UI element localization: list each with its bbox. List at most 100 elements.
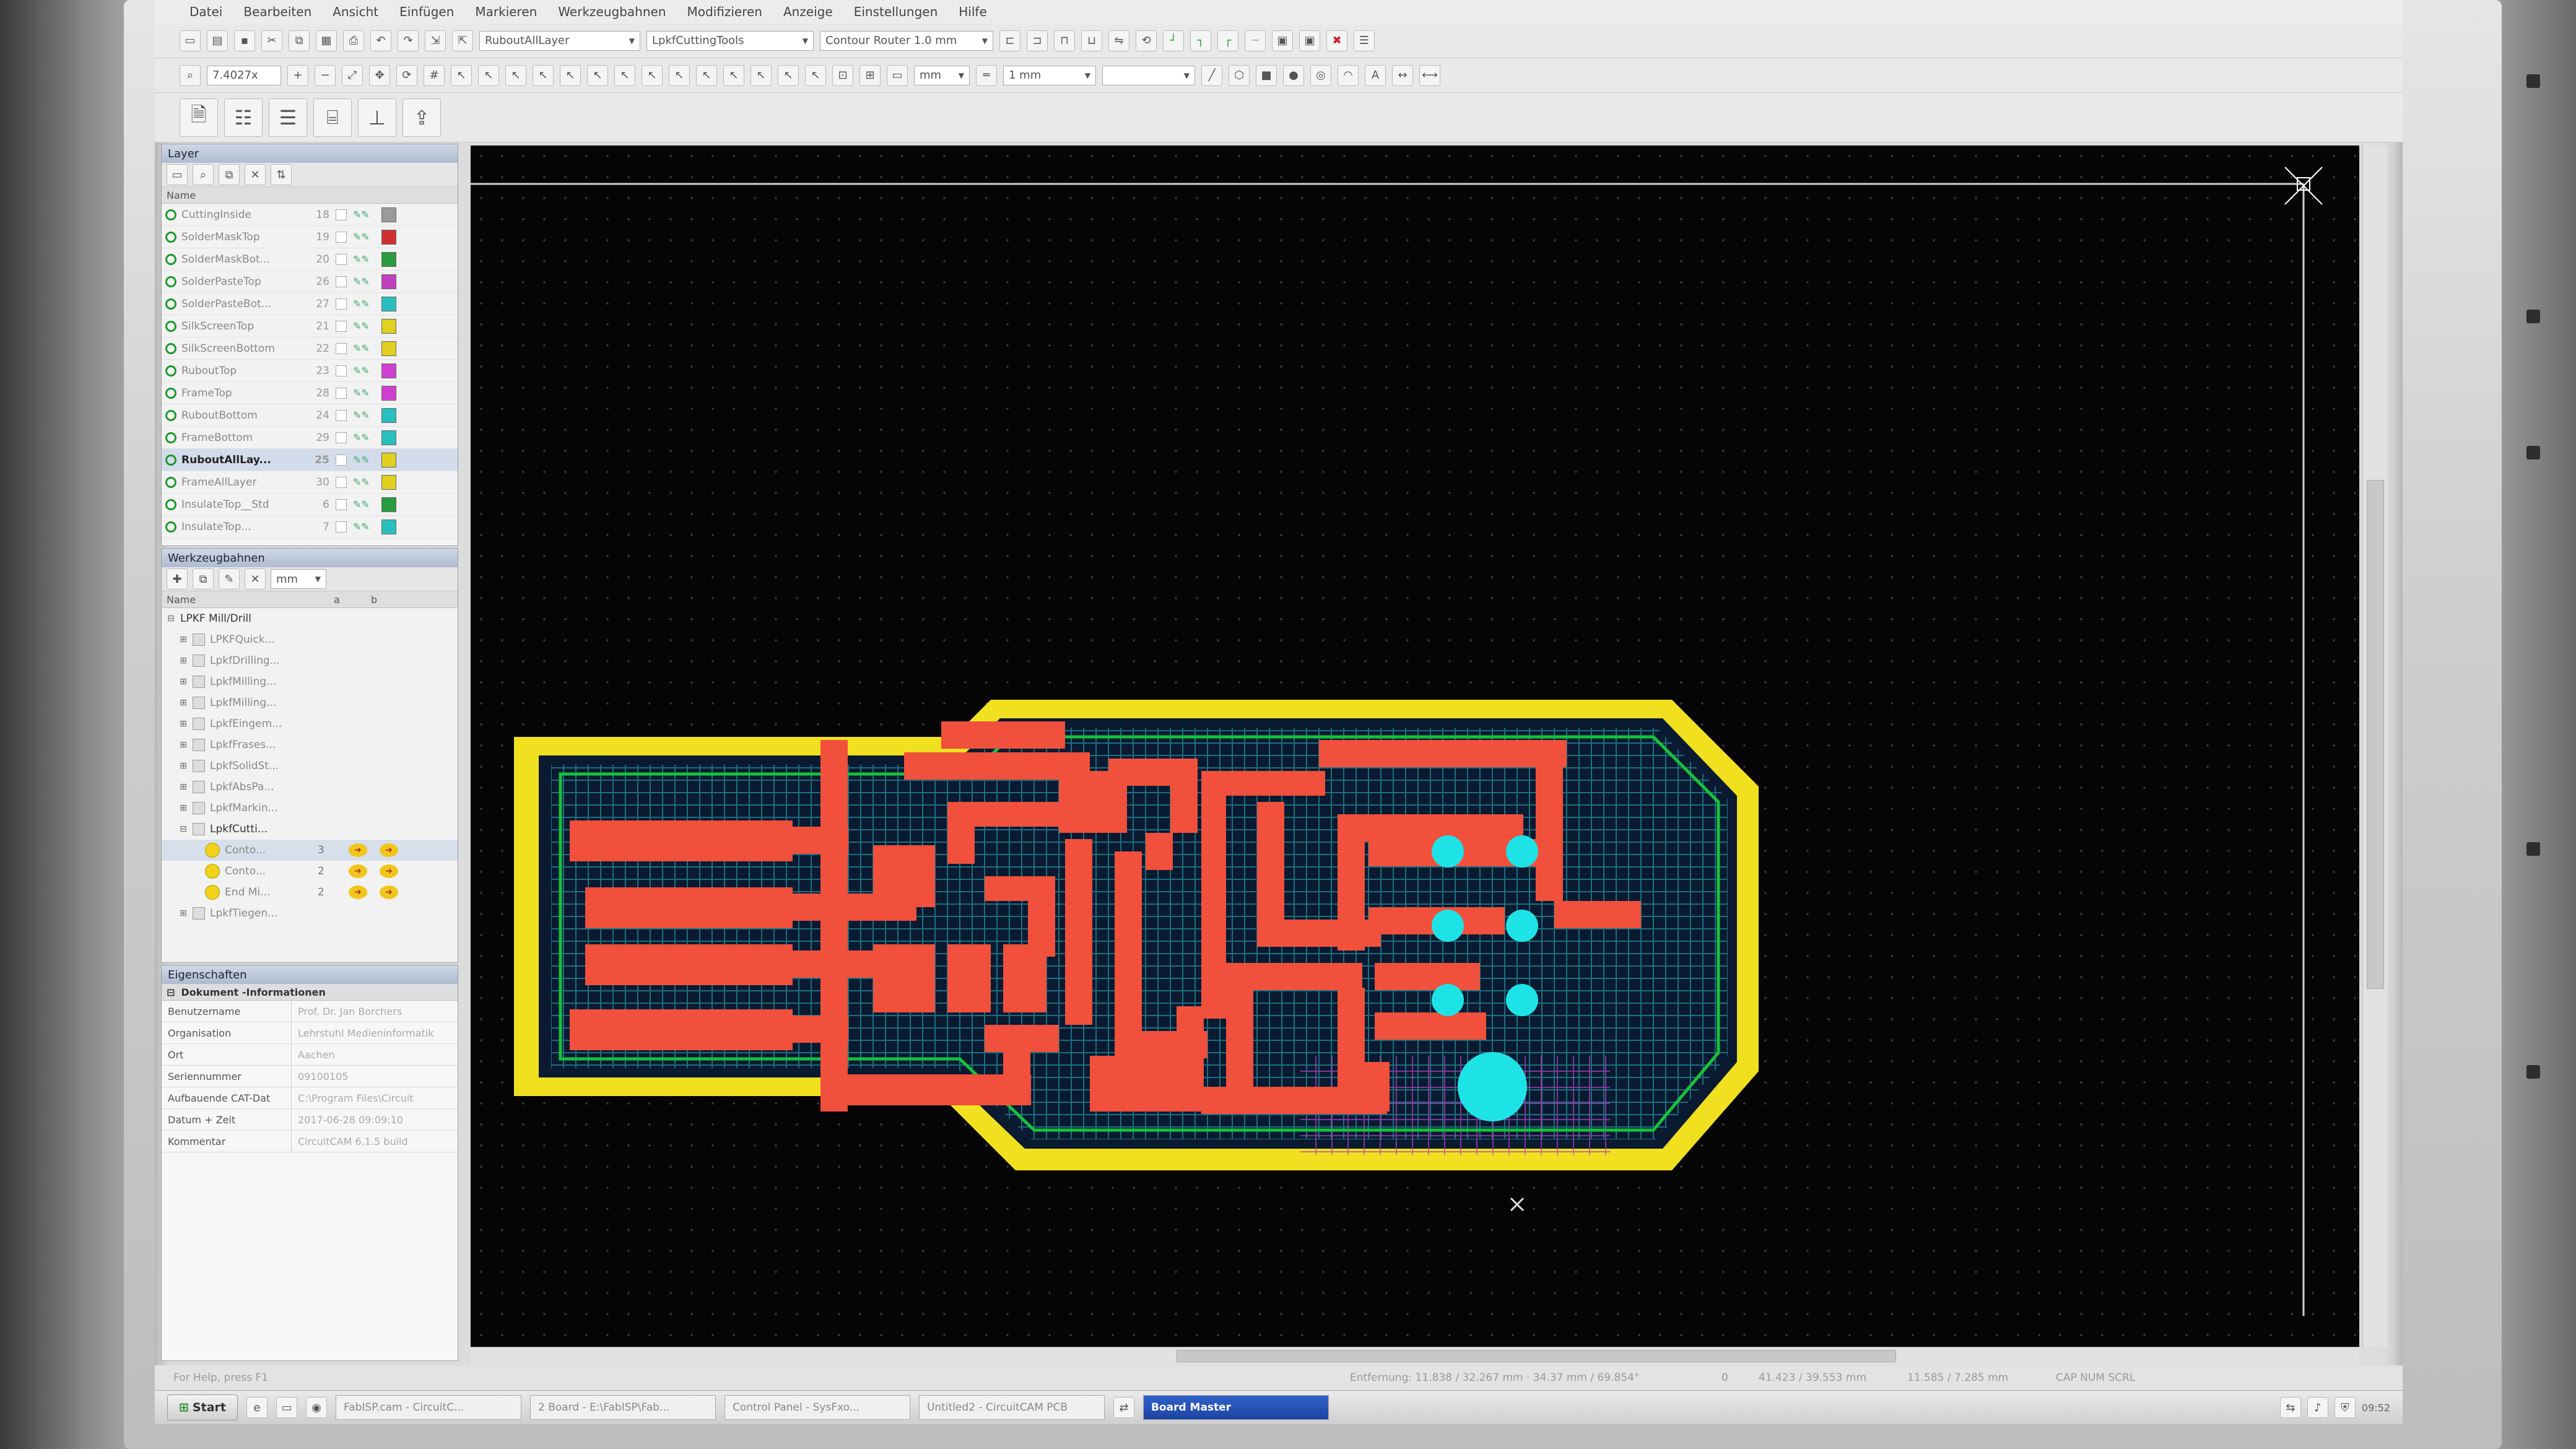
layer-visible-icon[interactable] xyxy=(165,231,176,243)
layer-color-swatch[interactable] xyxy=(381,341,396,356)
drill-icon[interactable]: ⊥ xyxy=(358,98,396,137)
tool-tree-item[interactable]: ⊞ LpkfMilling... xyxy=(162,671,458,692)
layer-row[interactable]: RuboutAllLay... 25 ✎✎ xyxy=(162,449,458,471)
layer-lock-checkbox[interactable] xyxy=(336,365,347,376)
menu-insert[interactable]: Einfügen xyxy=(399,4,454,19)
layer-lock-checkbox[interactable] xyxy=(336,209,347,220)
polygon-icon[interactable]: ⬡ xyxy=(1229,64,1250,86)
layer-row[interactable]: FrameBottom 29 ✎✎ xyxy=(162,427,458,449)
layer-lock-checkbox[interactable] xyxy=(336,387,347,399)
property-value[interactable]: C:\Program Files\Circuit xyxy=(292,1087,458,1108)
layer-edit-icon[interactable]: ✎✎ xyxy=(353,209,378,220)
menu-file[interactable]: Datei xyxy=(189,4,222,19)
layer-color-swatch[interactable] xyxy=(381,229,396,245)
layer-find-icon[interactable]: ⌕ xyxy=(193,164,214,185)
layer-lock-checkbox[interactable] xyxy=(336,298,347,310)
quicklaunch-ie-icon[interactable]: e xyxy=(246,1397,268,1418)
arc-icon[interactable]: ◠ xyxy=(1338,64,1359,86)
layer-lock-checkbox[interactable] xyxy=(336,432,347,443)
select-arrow-icon[interactable]: ↖ xyxy=(642,64,663,86)
expand-icon[interactable]: ⊞ xyxy=(174,908,193,918)
layer-edit-icon[interactable]: ✎✎ xyxy=(353,342,378,354)
layer-stack-icon[interactable]: ☰ xyxy=(269,98,307,137)
quicklaunch-app-icon[interactable]: ◉ xyxy=(305,1397,327,1418)
layer-visible-icon[interactable] xyxy=(165,432,176,443)
select-arrow-icon[interactable]: ↖ xyxy=(478,64,499,86)
layer-lock-checkbox[interactable] xyxy=(336,454,347,466)
layer-color-swatch[interactable] xyxy=(381,452,396,468)
fill-icon[interactable]: ■ xyxy=(1256,64,1277,86)
tool-direction-icon[interactable]: ➜ xyxy=(380,864,398,878)
layer-row[interactable]: SilkScreenTop 21 ✎✎ xyxy=(162,315,458,337)
layer-select[interactable]: RuboutAllLayer ▼ xyxy=(479,30,640,51)
taskbar-item[interactable]: FabISP.cam - CircuitC... xyxy=(335,1395,521,1420)
ring-icon[interactable]: ◎ xyxy=(1310,64,1331,86)
menu-select[interactable]: Markieren xyxy=(475,4,537,19)
align-right-icon[interactable]: ⊐ xyxy=(1027,30,1048,51)
layer-edit-icon[interactable]: ✎✎ xyxy=(353,521,378,533)
rotate-icon[interactable]: ⟲ xyxy=(1136,30,1157,51)
width-select[interactable]: 1 mm ▼ xyxy=(1003,65,1096,85)
taskbar-item[interactable]: 2 Board - E:\FabISP\Fab... xyxy=(529,1395,716,1420)
redraw-icon[interactable]: ⟳ xyxy=(396,64,417,86)
layer-lock-checkbox[interactable] xyxy=(336,253,347,265)
layer-color-swatch[interactable] xyxy=(381,407,396,423)
line-width-icon[interactable]: ═ xyxy=(976,64,997,86)
layer-color-swatch[interactable] xyxy=(381,430,396,445)
expand-icon[interactable]: ⊞ xyxy=(174,698,193,708)
route-corner-icon[interactable]: ┌ xyxy=(1217,30,1238,51)
layer-edit-icon[interactable]: ✎✎ xyxy=(353,231,378,243)
tool-tree-item[interactable]: ⊞ LpkfDrilling... xyxy=(162,650,458,671)
layer-edit-icon[interactable]: ✎✎ xyxy=(353,253,378,265)
unit-select[interactable]: mm ▼ xyxy=(914,65,970,85)
layer-visible-icon[interactable] xyxy=(165,276,176,287)
layer-lock-checkbox[interactable] xyxy=(336,276,347,287)
layer-color-swatch[interactable] xyxy=(381,385,396,401)
tool-direction-icon[interactable]: ➜ xyxy=(349,886,367,899)
menu-view[interactable]: Ansicht xyxy=(333,4,378,19)
tool-add-icon[interactable]: ✚ xyxy=(167,568,188,590)
layer-visible-icon[interactable] xyxy=(165,521,176,533)
dotted-line-icon[interactable]: ┈ xyxy=(1245,30,1266,51)
document-icon[interactable]: 🗎 xyxy=(180,98,218,137)
taskbar-item[interactable]: Control Panel - SysFxo... xyxy=(724,1395,910,1420)
expand-icon[interactable]: ⊞ xyxy=(174,782,193,792)
tool-direction-icon[interactable]: ➜ xyxy=(349,843,367,857)
circle-icon[interactable]: ● xyxy=(1283,64,1304,86)
print-icon[interactable]: ⎙ xyxy=(343,30,364,51)
layer-visible-icon[interactable] xyxy=(165,476,176,488)
tool-tree-item[interactable]: ⊞ LpkfEingem... xyxy=(162,713,458,734)
layer-color-swatch[interactable] xyxy=(381,318,396,334)
horizontal-scrollbar[interactable] xyxy=(471,1347,2359,1365)
layer-row[interactable]: InsulateTop__Std 6 ✎✎ xyxy=(162,494,458,516)
pan-icon[interactable]: ✥ xyxy=(369,64,390,86)
copy-icon[interactable]: ⧉ xyxy=(289,30,310,51)
route-icon[interactable]: ┘ xyxy=(1163,30,1184,51)
taskbar-overflow-icon[interactable]: ⇄ xyxy=(1113,1397,1134,1418)
new-file-icon[interactable]: ▭ xyxy=(180,30,201,51)
layer-lock-checkbox[interactable] xyxy=(336,409,347,421)
disk-icon[interactable]: ▣ xyxy=(1272,30,1293,51)
delete-x-icon[interactable]: ✖ xyxy=(1326,30,1347,51)
redo-icon[interactable]: ↷ xyxy=(398,30,419,51)
horizontal-scroll-thumb[interactable] xyxy=(1177,1350,1896,1362)
disk-icon[interactable]: ▣ xyxy=(1299,30,1320,51)
layer-lock-checkbox[interactable] xyxy=(336,521,347,533)
select-arrow-icon[interactable]: ↖ xyxy=(560,64,581,86)
tool-tree-item[interactable]: ⊞ LpkfSolidSt... xyxy=(162,755,458,777)
layer-visible-icon[interactable] xyxy=(165,409,176,421)
layer-edit-icon[interactable]: ✎✎ xyxy=(353,276,378,287)
tool-tree-subitem[interactable]: Conto... 2 ➜ ➜ xyxy=(162,861,458,882)
layer-edit-icon[interactable]: ✎✎ xyxy=(353,432,378,443)
layer-color-swatch[interactable] xyxy=(381,363,396,378)
property-value[interactable]: Lehrstuhl Medieninformatik xyxy=(292,1022,458,1043)
save-icon[interactable]: ▪ xyxy=(234,30,255,51)
pcb-canvas[interactable] xyxy=(471,146,2359,1347)
select-arrow-icon[interactable]: ↖ xyxy=(587,64,608,86)
layer-lock-checkbox[interactable] xyxy=(336,342,347,354)
tool-copy-icon[interactable]: ⧉ xyxy=(193,568,214,590)
tool-direction-icon[interactable]: ➜ xyxy=(380,886,398,899)
select-arrow-icon[interactable]: ↖ xyxy=(669,64,690,86)
layer-visible-icon[interactable] xyxy=(165,342,176,354)
cut-icon[interactable]: ✂ xyxy=(261,30,282,51)
